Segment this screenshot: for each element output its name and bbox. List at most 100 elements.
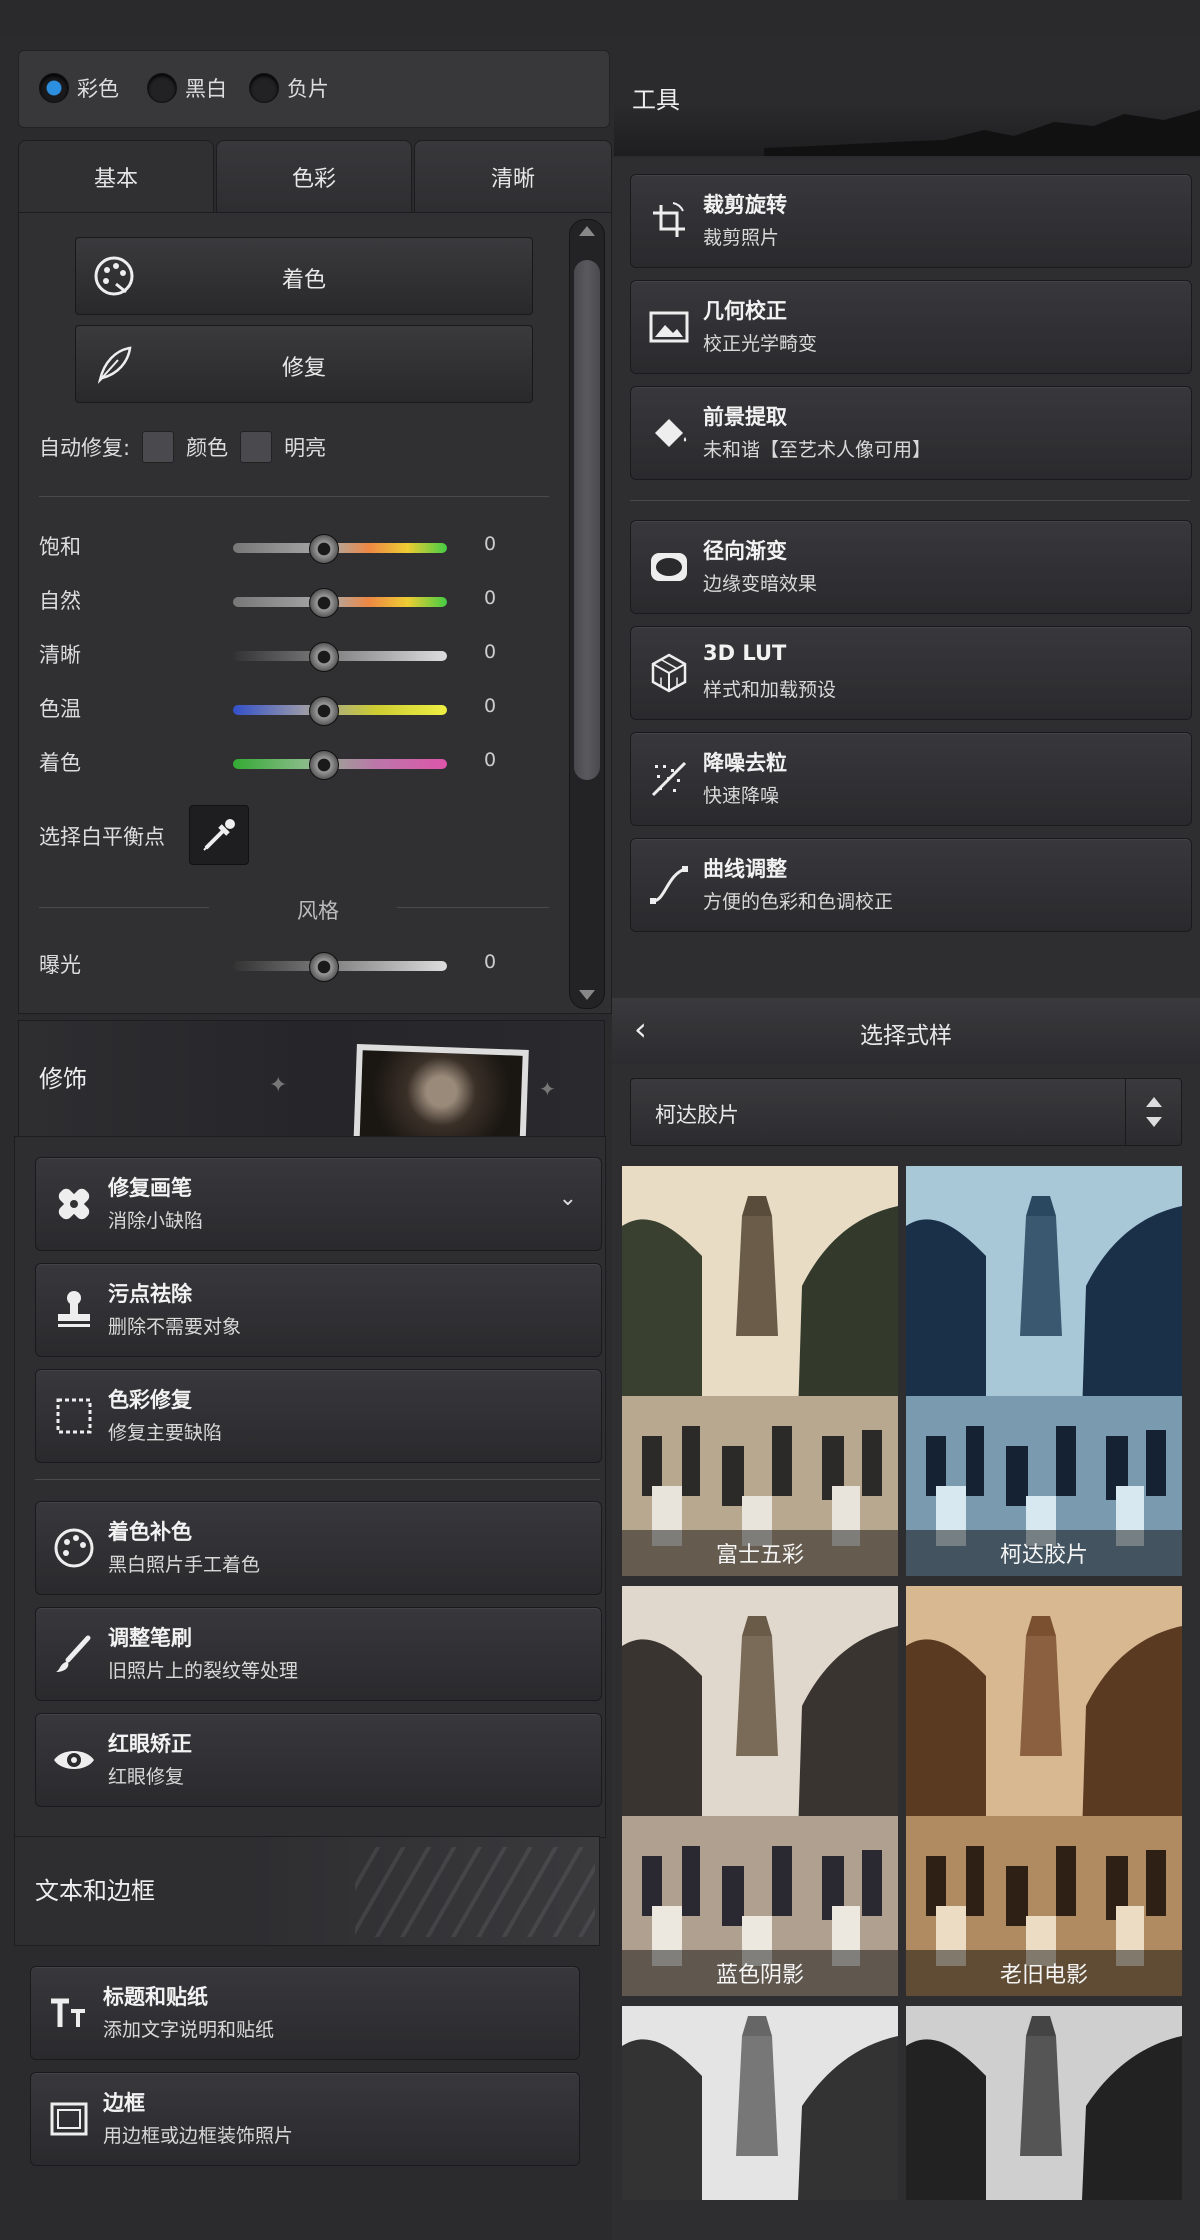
tool-title: 裁剪旋转: [703, 193, 787, 217]
tool-hand-colorize[interactable]: 着色补色 黑白照片手工着色: [35, 1501, 602, 1595]
clarity-knob[interactable]: [309, 642, 339, 672]
tab-label: 色彩: [291, 167, 336, 192]
tool-color-repair[interactable]: 色彩修复 修复主要缺陷: [35, 1369, 602, 1463]
radio-bw[interactable]: 黑白: [147, 73, 227, 103]
tool-subtitle: 未和谐【至艺术人像可用】: [703, 439, 932, 461]
tool-subtitle: 添加文字说明和贴纸: [103, 2019, 275, 2041]
saturation-knob[interactable]: [309, 534, 339, 564]
tool-title: 红眼矫正: [108, 1732, 192, 1756]
eye-icon: [54, 1751, 94, 1769]
pagoda-photo: [622, 2006, 898, 2200]
temperature-slider[interactable]: [233, 705, 447, 715]
vibrance-knob[interactable]: [309, 588, 339, 618]
geometry-icon: [649, 311, 689, 343]
tab-label: 基本: [93, 167, 138, 192]
tool-foreground-extract[interactable]: 前景提取 未和谐【至艺术人像可用】: [630, 386, 1192, 480]
scroll-up-icon[interactable]: [579, 226, 595, 236]
radio-negative[interactable]: 负片: [249, 73, 329, 103]
saturation-slider[interactable]: [233, 543, 447, 553]
auto-color-checkbox[interactable]: [142, 431, 175, 463]
tool-border[interactable]: 边框 用边框或边框装饰照片: [30, 2072, 580, 2166]
clarity-value: 0: [484, 641, 497, 663]
tool-3d-lut[interactable]: 3D LUT 样式和加载预设: [630, 626, 1192, 720]
auto-bright-checkbox[interactable]: [240, 431, 273, 463]
divider: [39, 496, 549, 497]
tab-basic[interactable]: 基本: [18, 140, 214, 213]
clarity-label: 清晰: [39, 643, 81, 667]
style-divider-right: [397, 907, 549, 908]
scrollbar-thumb[interactable]: [574, 260, 600, 780]
temperature-knob[interactable]: [309, 696, 339, 726]
style-thumb-blue-shadow[interactable]: 蓝色阴影: [622, 1586, 898, 1996]
tool-geometry[interactable]: 几何校正 校正光学畸变: [630, 280, 1192, 374]
retouch-title: 修饰: [39, 1065, 87, 1093]
style-thumb-kodak[interactable]: 柯达胶片: [906, 1166, 1182, 1576]
clarity-slider[interactable]: [233, 651, 447, 661]
style-title: 选择式样: [860, 1023, 952, 1049]
tool-title: 径向渐变: [703, 539, 787, 563]
calligraphy-decoration: [355, 1847, 595, 1937]
thumb-label: 老旧电影: [999, 1963, 1088, 1988]
style-thumb-old-movie[interactable]: 老旧电影: [906, 1586, 1182, 1996]
tab-clarity[interactable]: 清晰: [414, 140, 612, 213]
sparkle-icon: ✦: [539, 1077, 556, 1101]
tab-bar: 基本 色彩 清晰: [18, 140, 612, 214]
stamp-icon: [58, 1291, 90, 1327]
tint-slider[interactable]: [233, 759, 447, 769]
style-thumb-bw-1[interactable]: [622, 2006, 898, 2200]
style-thumb-fuji[interactable]: 富士五彩: [622, 1166, 898, 1576]
divider: [630, 500, 1190, 501]
radio-color[interactable]: 彩色: [39, 73, 119, 103]
paint-bucket-icon: [655, 419, 687, 447]
style-select[interactable]: 柯达胶片: [630, 1078, 1182, 1146]
tint-label: 着色: [39, 751, 81, 775]
tab-color[interactable]: 色彩: [216, 140, 412, 213]
pagoda-photo: [906, 1586, 1182, 1996]
scrollbar-track[interactable]: [569, 219, 605, 1009]
tool-adjust-brush[interactable]: 调整笔刷 旧照片上的裂纹等处理: [35, 1607, 602, 1701]
pagoda-photo: [906, 2006, 1182, 2200]
tool-red-eye[interactable]: 红眼矫正 红眼修复: [35, 1713, 602, 1807]
scroll-down-icon[interactable]: [579, 990, 595, 1000]
vibrance-slider[interactable]: [233, 597, 447, 607]
tool-subtitle: 快速降噪: [703, 785, 780, 807]
pagoda-photo: [906, 1166, 1182, 1576]
tool-radial-gradient[interactable]: 径向渐变 边缘变暗效果: [630, 520, 1192, 614]
tool-title: 着色补色: [108, 1520, 192, 1544]
selection-icon: [56, 1398, 92, 1434]
tool-title: 修复画笔: [108, 1176, 192, 1200]
tool-subtitle: 用边框或边框装饰照片: [103, 2125, 294, 2147]
tool-title-sticker[interactable]: 标题和贴纸 添加文字说明和贴纸: [30, 1966, 580, 2060]
tool-healing-brush[interactable]: 修复画笔 消除小缺陷 ⌄: [35, 1157, 602, 1251]
tint-knob[interactable]: [309, 750, 339, 780]
exposure-value: 0: [484, 951, 497, 973]
tool-spot-removal[interactable]: 污点祛除 删除不需要对象: [35, 1263, 602, 1357]
thumb-label: 柯达胶片: [999, 1543, 1088, 1568]
mode-bar: 彩色 黑白 负片: [18, 50, 610, 128]
tool-subtitle: 方便的色彩和色调校正: [703, 891, 894, 913]
style-thumb-bw-2[interactable]: [906, 2006, 1182, 2200]
exposure-slider[interactable]: [233, 961, 447, 971]
colorize-button[interactable]: 着色: [75, 237, 533, 315]
saturation-value: 0: [484, 533, 497, 555]
eyedropper-button[interactable]: [189, 805, 249, 865]
exposure-knob[interactable]: [309, 952, 339, 982]
repair-button[interactable]: 修复: [75, 325, 533, 403]
vibrance-label: 自然: [39, 589, 81, 613]
radio-dot: [39, 73, 69, 103]
style-header-bar: ‹ 选择式样: [612, 998, 1200, 1065]
temperature-value: 0: [484, 695, 497, 717]
radio-dot: [249, 73, 279, 103]
landscape-silhouette: [764, 110, 1200, 156]
tool-denoise[interactable]: 降噪去粒 快速降噪: [630, 732, 1192, 826]
basic-panel: 着色 修复 自动修复: 颜色 明亮 饱和 0 自然 0 清晰 0 色温 0 着色…: [18, 212, 612, 1014]
tool-curves[interactable]: 曲线调整 方便的色彩和色调校正: [630, 838, 1192, 932]
select-arrows-icon[interactable]: [1125, 1079, 1182, 1145]
auto-repair-row: 自动修复: 颜色 明亮: [39, 431, 326, 463]
radio-label: 黑白: [185, 77, 227, 101]
sparkle-icon: ✦: [269, 1073, 288, 1098]
cube-icon: [651, 653, 687, 693]
chevron-down-icon[interactable]: ⌄: [559, 1186, 577, 1211]
tool-crop-rotate[interactable]: 裁剪旋转 裁剪照片: [630, 174, 1192, 268]
frame-icon: [50, 2102, 88, 2136]
